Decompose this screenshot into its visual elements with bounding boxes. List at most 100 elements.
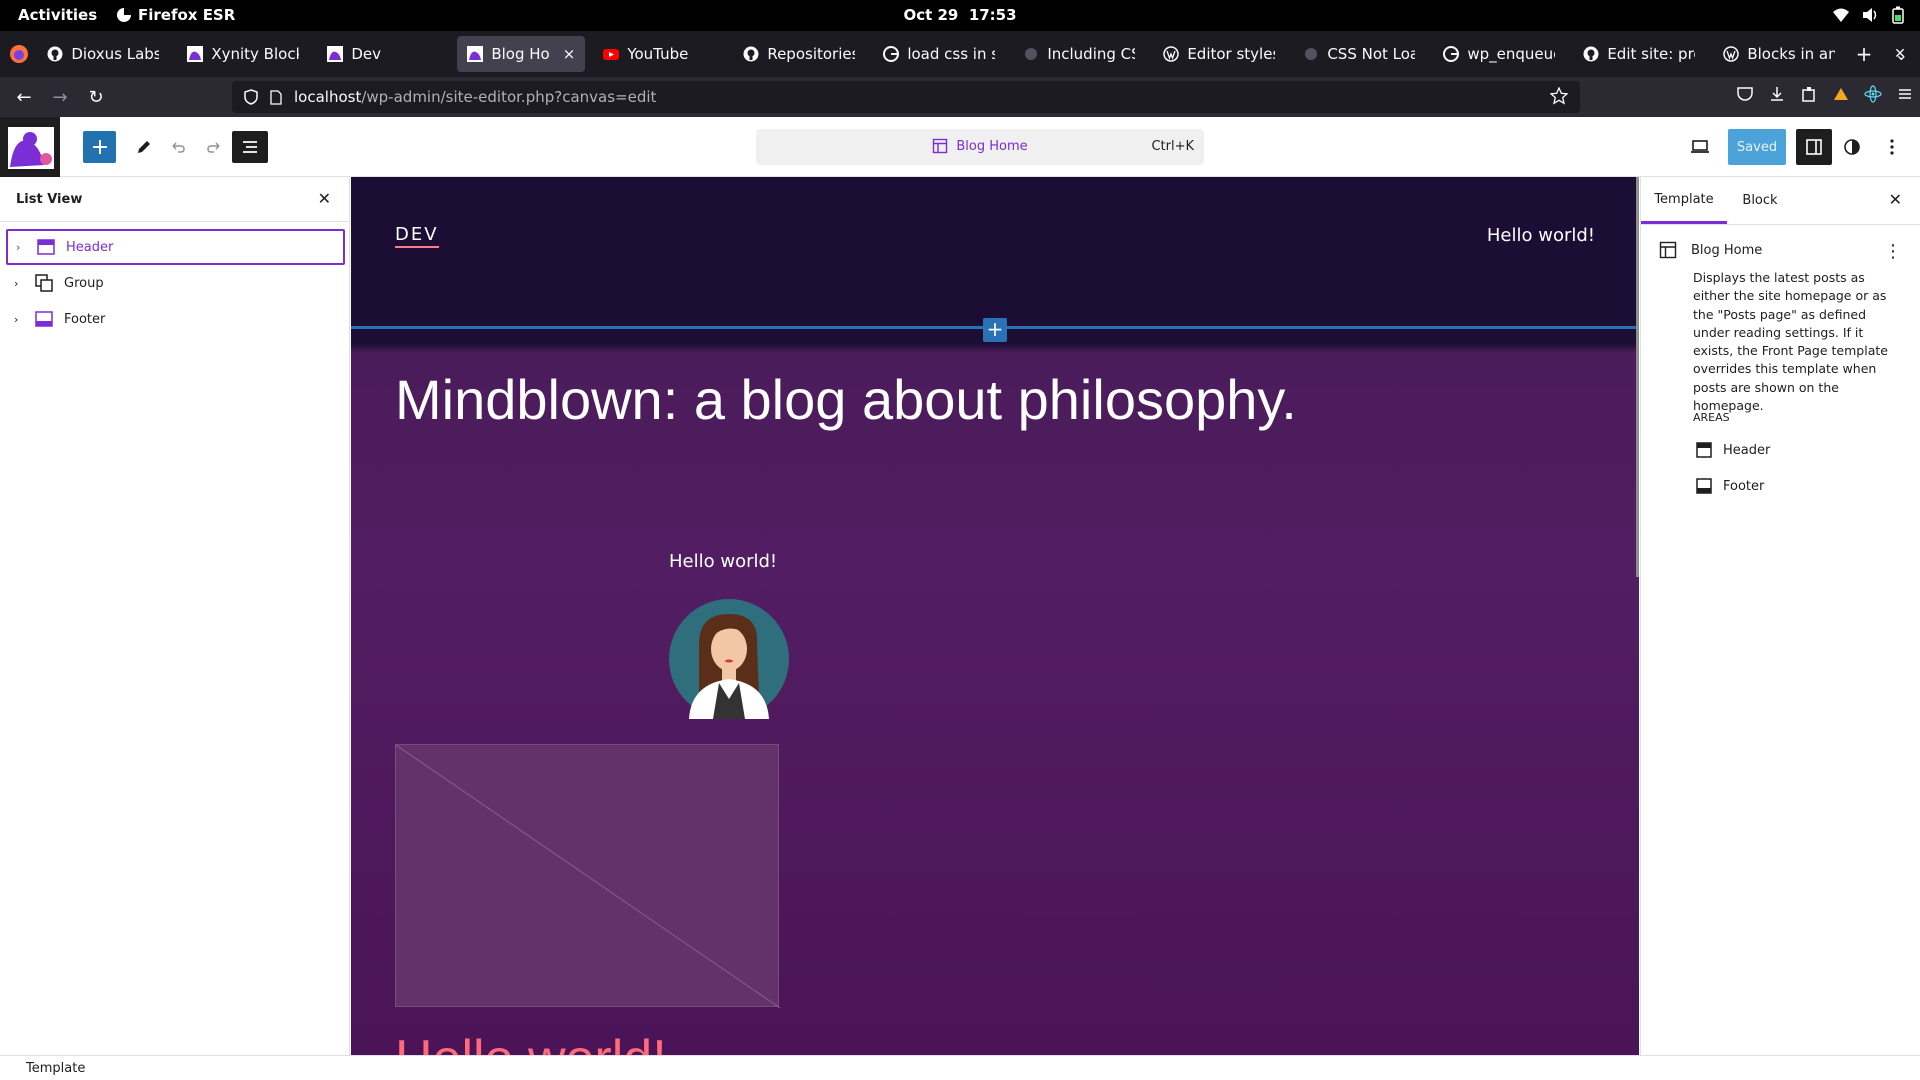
wordpress-icon [1723, 46, 1740, 62]
document-title[interactable]: Blog Home [932, 138, 1028, 154]
back-icon[interactable]: ← [6, 87, 42, 108]
save-button[interactable]: Saved [1728, 129, 1786, 165]
app-name-label: Firefox ESR [138, 6, 236, 24]
navigation-link[interactable]: Hello world! [1487, 225, 1595, 246]
inline-inserter-button[interactable]: + [983, 318, 1007, 342]
github-icon [743, 46, 759, 62]
list-view-icon [243, 141, 257, 153]
command-shortcut: Ctrl+K [1151, 139, 1194, 154]
close-sidebar-icon[interactable]: ✕ [1889, 190, 1902, 209]
list-view-item-footer[interactable]: › Footer [6, 301, 345, 337]
author-avatar[interactable] [669, 599, 789, 719]
template-actions-icon[interactable]: ⋮ [1884, 241, 1902, 262]
bookmark-star-icon[interactable] [1550, 87, 1568, 105]
github-icon [1583, 46, 1599, 62]
browser-tab-label: load css in site [907, 45, 996, 63]
block-inserter-button[interactable] [83, 131, 116, 163]
address-bar[interactable]: localhost/wp-admin/site-editor.php?canva… [232, 81, 1580, 113]
battery-icon [1892, 6, 1904, 24]
browser-tab[interactable]: Repositories | [733, 36, 865, 72]
footer-icon [1696, 478, 1712, 494]
list-view-item-group[interactable]: › Group [6, 265, 345, 301]
undo-button[interactable] [164, 133, 192, 161]
featured-image-placeholder[interactable] [395, 744, 780, 1008]
site-title[interactable]: DEV [395, 224, 439, 248]
area-label: Header [1723, 442, 1771, 458]
activities-button[interactable]: Activities [18, 6, 97, 24]
header-icon [1696, 442, 1712, 458]
sidebar-icon [1806, 139, 1822, 155]
reload-icon[interactable]: ↻ [78, 87, 114, 108]
command-palette-bar[interactable]: Blog Home Ctrl+K [756, 129, 1204, 165]
settings-toggle-button[interactable] [1796, 129, 1832, 165]
browser-tab[interactable]: Blog Home × [457, 36, 586, 72]
browser-tab[interactable]: Editor styles c [1153, 36, 1285, 72]
tab-block[interactable]: Block [1727, 177, 1793, 224]
extension-fox-icon[interactable] [1832, 85, 1850, 103]
browser-tab[interactable]: YouTube [593, 36, 725, 72]
browser-tab[interactable]: Including CSS [1013, 36, 1145, 72]
volume-icon [1863, 8, 1877, 22]
canvas-scrollbar[interactable] [1636, 177, 1639, 577]
browser-tab[interactable]: Dev [317, 36, 449, 72]
clock[interactable]: Oct 29 17:53 [903, 6, 1016, 24]
chevron-right-icon[interactable]: › [14, 313, 24, 326]
options-button[interactable] [1878, 133, 1906, 161]
browser-tab-label: Xynity Blocks [211, 45, 299, 63]
chevron-right-icon[interactable]: › [16, 241, 26, 254]
more-vertical-icon [1890, 139, 1894, 155]
close-window-button[interactable]: ✕ [1880, 46, 1920, 62]
browser-tab[interactable]: load css in site [873, 36, 1005, 72]
firefox-logo-icon [9, 45, 28, 63]
site-logo-button[interactable] [0, 117, 60, 177]
post-title-large[interactable]: Hello world! [395, 1029, 667, 1055]
close-tab-icon[interactable]: × [563, 45, 576, 63]
app-menu[interactable]: Firefox ESR [116, 6, 235, 24]
close-list-view-icon[interactable]: ✕ [318, 189, 331, 208]
menu-hamburger-icon[interactable] [1896, 85, 1914, 103]
styles-button[interactable] [1838, 133, 1866, 161]
redo-button[interactable] [200, 133, 228, 161]
list-view-title: List View [16, 192, 83, 207]
area-item-header[interactable]: Header [1695, 441, 1770, 459]
chevron-right-icon[interactable]: › [14, 277, 24, 290]
tools-button[interactable] [130, 133, 158, 161]
undo-icon [172, 142, 185, 153]
forward-icon[interactable]: → [42, 87, 78, 108]
desktop-icon [1691, 140, 1709, 153]
url-host: localhost [294, 88, 362, 106]
browser-tab-strip: Dioxus Labs Xynity Blocks Dev Blog Home × You… [0, 31, 1920, 77]
youtube-icon [603, 46, 620, 62]
extensions-icon[interactable] [1800, 85, 1818, 103]
tab-template[interactable]: Template [1641, 177, 1727, 224]
redo-icon [207, 142, 220, 153]
browser-tab-label: Repositories | [767, 45, 856, 63]
area-item-footer[interactable]: Footer [1695, 477, 1764, 495]
firefox-view-button[interactable] [0, 44, 37, 64]
browser-tab[interactable]: Blocks in an if [1713, 36, 1845, 72]
new-tab-button[interactable]: + [1845, 42, 1882, 66]
post-title-small[interactable]: Hello world! [669, 551, 777, 572]
preview-button[interactable] [1686, 133, 1714, 161]
browser-tab[interactable]: CSS Not Load [1293, 36, 1425, 72]
wifi-icon [1833, 8, 1849, 22]
list-view-item-header[interactable]: › Header [6, 229, 345, 265]
system-tray[interactable] [1832, 6, 1904, 24]
template-name: Blog Home [1691, 242, 1763, 258]
page-heading[interactable]: Mindblown: a blog about philosophy. [395, 367, 1297, 432]
browser-tab[interactable]: wp_enqueue_ [1433, 36, 1565, 72]
react-devtools-icon[interactable] [1864, 85, 1882, 103]
google-icon [1443, 46, 1460, 62]
footer-icon [35, 311, 53, 327]
downloads-icon[interactable] [1768, 85, 1786, 103]
browser-tab[interactable]: Dioxus Labs [37, 36, 169, 72]
editor-canvas[interactable]: DEV Hello world! + Mindblown: a blog abo… [351, 177, 1639, 1055]
document-overview-button[interactable] [232, 131, 268, 163]
browser-tab-label: wp_enqueue_ [1467, 45, 1555, 63]
areas-heading: AREAS [1693, 411, 1730, 424]
browser-tab[interactable]: Edit site: prev [1573, 36, 1705, 72]
pocket-icon[interactable] [1736, 85, 1754, 103]
browser-tab[interactable]: Xynity Blocks [177, 36, 309, 72]
placeholder-diagonal [396, 745, 780, 1008]
breadcrumb-item[interactable]: Template [26, 1061, 85, 1076]
